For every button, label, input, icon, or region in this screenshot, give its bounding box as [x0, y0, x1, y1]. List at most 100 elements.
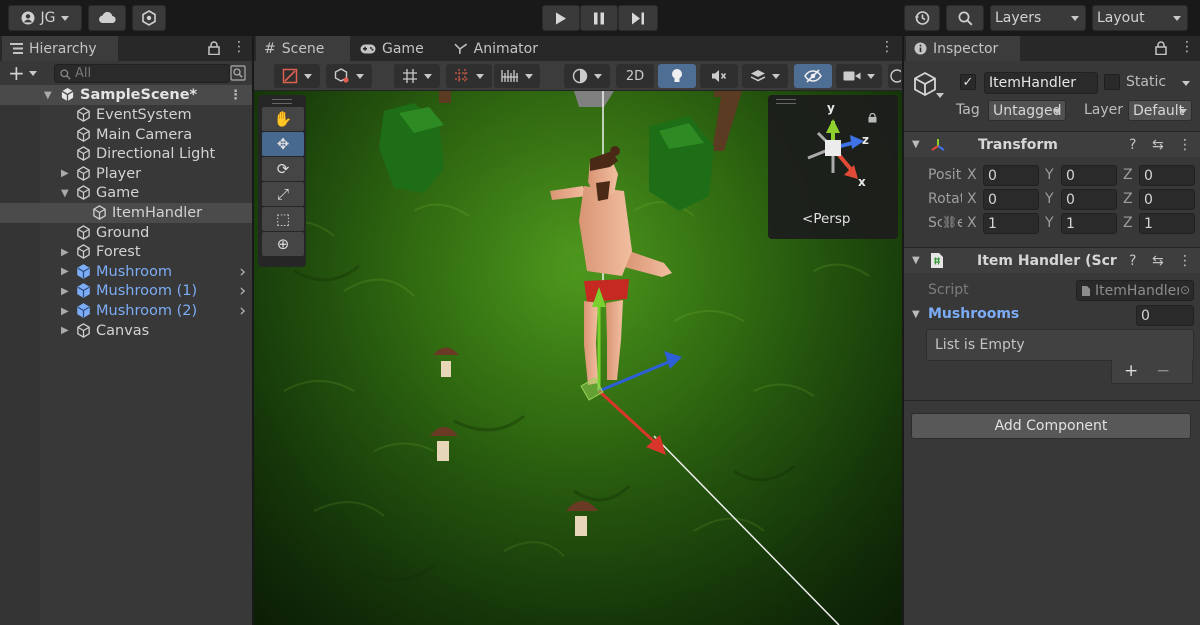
tab-hierarchy[interactable]: Hierarchy [2, 36, 118, 61]
hierarchy-item[interactable]: Main Camera [0, 125, 252, 145]
hierarchy-item[interactable]: EventSystem [0, 105, 252, 125]
lock-icon[interactable] [1155, 41, 1167, 55]
tab-scene[interactable]: # Scene [256, 36, 350, 61]
cloud-button[interactable] [88, 5, 126, 31]
grid-snapping-dropdown[interactable] [394, 64, 440, 88]
object-picker-icon[interactable]: ⊙ [1180, 283, 1190, 297]
presets-icon[interactable]: ⇆ [1152, 137, 1164, 153]
ruler-snapping-dropdown[interactable] [494, 64, 540, 88]
script-object-field[interactable]: ItemHandler ⊙ [1076, 280, 1194, 301]
hierarchy-item[interactable]: ▶ Mushroom (2) › [0, 301, 252, 321]
tag-dropdown[interactable]: Untagged [988, 100, 1066, 121]
undo-history-button[interactable] [904, 5, 940, 31]
camera-dropdown[interactable] [836, 64, 882, 88]
help-icon[interactable]: ? [1129, 253, 1136, 269]
object-name-field[interactable]: ItemHandler [984, 72, 1098, 94]
item-handler-header[interactable]: ▼ Item Handler (Script) ? ⇆ ⋮ [904, 247, 1200, 273]
collapsed-arrow-icon[interactable]: ▶ [61, 168, 69, 179]
collapsed-arrow-icon[interactable]: ▶ [61, 266, 69, 277]
scale-tool[interactable]: ⤢ [262, 182, 304, 206]
lock-icon[interactable] [208, 41, 220, 55]
gizmos-toggle[interactable] [888, 64, 902, 88]
lighting-toggle[interactable] [658, 64, 696, 88]
kebab-menu-icon[interactable]: ⋮ [1180, 39, 1194, 55]
hierarchy-item[interactable]: ▶ Forest [0, 242, 252, 262]
scale-y-field[interactable]: 1 [1061, 213, 1117, 234]
search-input[interactable]: All [54, 64, 230, 83]
collab-button[interactable] [132, 5, 166, 31]
create-dropdown[interactable]: + [8, 63, 37, 83]
layer-dropdown[interactable]: Default [1128, 100, 1192, 121]
hierarchy-item[interactable]: ▶ Mushroom (1) › [0, 281, 252, 301]
hierarchy-item[interactable]: ▶ Player [0, 164, 252, 184]
rect-tool[interactable]: ⬚ [262, 207, 304, 231]
help-icon[interactable]: ? [1129, 137, 1136, 153]
hierarchy-item[interactable]: ▼ Game [0, 183, 252, 203]
kebab-menu-icon[interactable]: ⋮ [880, 39, 894, 55]
hierarchy-item[interactable]: ▶ Canvas [0, 321, 252, 341]
mode-2d-toggle[interactable]: 2D [616, 64, 654, 88]
rotate-tool[interactable]: ⟳ [262, 157, 304, 181]
presets-icon[interactable]: ⇆ [1152, 253, 1164, 269]
rotation-y-field[interactable]: 0 [1061, 189, 1117, 210]
position-x-field[interactable]: 0 [983, 165, 1039, 186]
scene-viewport[interactable]: ✋ ✥ ⟳ ⤢ ⬚ ⊕ y z x <Persp [254, 91, 902, 625]
transform-tool[interactable]: ⊕ [262, 232, 304, 256]
kebab-menu-icon[interactable]: ⋮ [1178, 137, 1192, 153]
constrain-proportions-icon[interactable]: ⛓ [942, 215, 958, 229]
collapsed-arrow-icon[interactable]: ▶ [61, 286, 69, 297]
scene-search-icon[interactable] [230, 65, 246, 81]
kebab-menu-icon[interactable]: ⋮ [229, 88, 242, 103]
collapsed-arrow-icon[interactable]: ▶ [61, 306, 69, 317]
collapse-arrow-icon[interactable]: ▼ [912, 255, 920, 266]
static-chevron-down-icon[interactable] [1182, 81, 1190, 86]
play-button[interactable] [542, 5, 580, 31]
pause-button[interactable] [580, 5, 618, 31]
collapsed-arrow-icon[interactable]: ▶ [61, 325, 69, 336]
hierarchy-item[interactable]: Ground [0, 223, 252, 243]
local-global-dropdown[interactable] [326, 64, 372, 88]
step-button[interactable] [618, 5, 658, 31]
hierarchy-item[interactable]: Directional Light [0, 144, 252, 164]
rotation-x-field[interactable]: 0 [983, 189, 1039, 210]
expand-arrow-icon[interactable]: ▼ [61, 188, 69, 199]
transform-header[interactable]: ▼ Transform ? ⇆ ⋮ [904, 131, 1200, 157]
icon-chevron-down-icon[interactable] [936, 93, 944, 98]
search-button[interactable] [946, 5, 984, 31]
position-y-field[interactable]: 0 [1061, 165, 1117, 186]
draw-mode-dropdown[interactable] [564, 64, 610, 88]
scene-visibility-toggle[interactable] [794, 64, 832, 88]
layout-dropdown[interactable]: Layout [1092, 5, 1188, 31]
add-component-button[interactable]: Add Component [911, 413, 1191, 439]
chevron-right-icon[interactable]: › [239, 281, 246, 301]
remove-element-button[interactable]: − [1156, 361, 1170, 381]
scale-z-field[interactable]: 1 [1139, 213, 1195, 234]
chevron-right-icon[interactable]: › [239, 301, 246, 321]
orientation-dropdown[interactable] [274, 64, 320, 88]
move-tool[interactable]: ✥ [262, 132, 304, 156]
expand-arrow-icon[interactable]: ▼ [44, 90, 52, 101]
projection-toggle[interactable]: <Persp [802, 211, 850, 227]
static-checkbox[interactable] [1104, 74, 1120, 90]
collapsed-arrow-icon[interactable]: ▶ [61, 247, 69, 258]
active-checkbox[interactable]: ✓ [960, 74, 976, 90]
kebab-menu-icon[interactable]: ⋮ [232, 39, 246, 55]
tab-game[interactable]: Game [352, 36, 432, 61]
position-z-field[interactable]: 0 [1139, 165, 1195, 186]
add-element-button[interactable]: + [1124, 361, 1138, 381]
collapse-arrow-icon[interactable]: ▼ [912, 139, 920, 150]
rotation-z-field[interactable]: 0 [1139, 189, 1195, 210]
account-dropdown[interactable]: JG [8, 5, 82, 31]
hand-tool[interactable]: ✋ [262, 107, 304, 131]
hierarchy-item[interactable]: ItemHandler [0, 203, 252, 223]
drag-handle[interactable] [272, 99, 292, 104]
foldout-arrow-icon[interactable]: ▼ [912, 309, 920, 320]
mushrooms-list-label[interactable]: Mushrooms [928, 306, 1019, 322]
audio-toggle[interactable] [700, 64, 738, 88]
scale-x-field[interactable]: 1 [983, 213, 1039, 234]
scene-row[interactable]: ▼ SampleScene* ⋮ [0, 85, 252, 105]
kebab-menu-icon[interactable]: ⋮ [1178, 253, 1192, 269]
tab-animator[interactable]: Animator [446, 36, 546, 61]
tab-inspector[interactable]: Inspector [906, 36, 1020, 61]
effects-dropdown[interactable] [742, 64, 788, 88]
